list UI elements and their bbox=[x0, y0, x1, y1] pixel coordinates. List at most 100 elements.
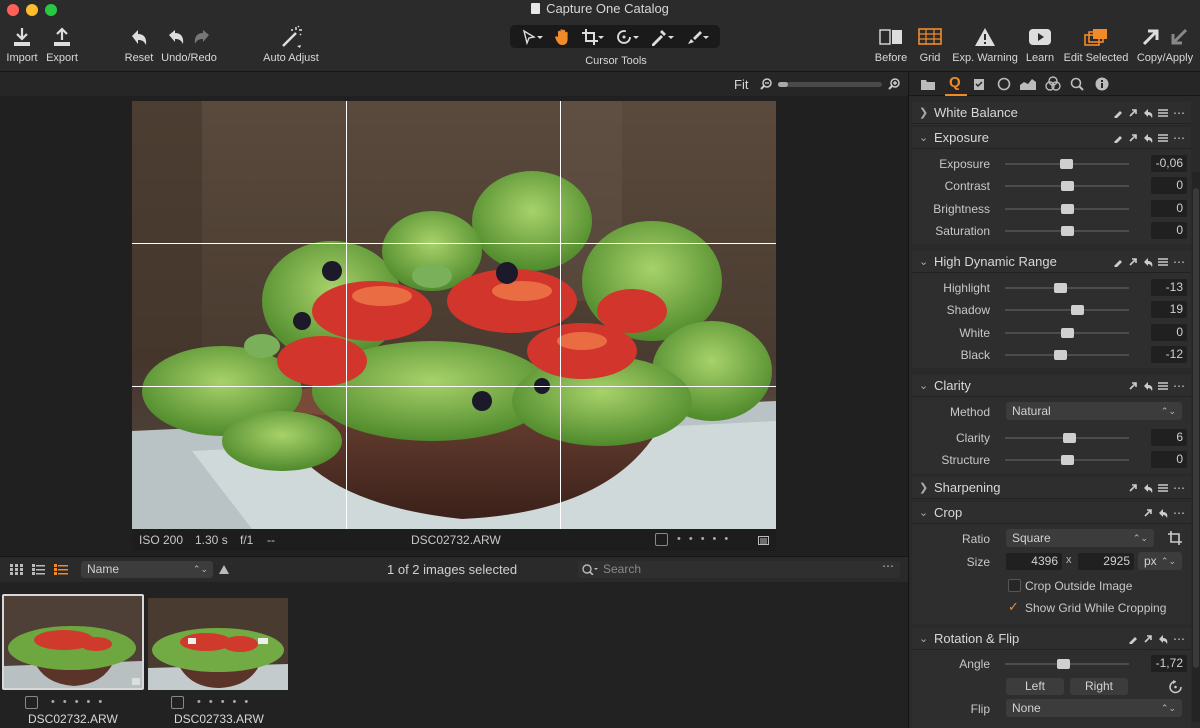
rotation-flip-header[interactable]: ⌄ Rotation & Flip ⋯ bbox=[912, 628, 1191, 650]
details-search-icon[interactable] bbox=[1070, 77, 1084, 91]
reset-section-icon[interactable] bbox=[1158, 634, 1168, 644]
select-checkbox[interactable] bbox=[655, 533, 668, 546]
highlight-slider[interactable] bbox=[1005, 283, 1129, 293]
crop-height-field[interactable]: 2925 bbox=[1078, 553, 1134, 570]
minimize-window-button[interactable] bbox=[26, 4, 38, 16]
white-slider-knob[interactable] bbox=[1061, 328, 1074, 338]
more-icon[interactable]: ⋯ bbox=[1173, 132, 1185, 144]
black-slider[interactable] bbox=[1005, 350, 1129, 360]
reset-section-icon[interactable] bbox=[1143, 257, 1153, 267]
scrollbar-thumb[interactable] bbox=[1193, 188, 1199, 668]
black-slider-knob[interactable] bbox=[1053, 350, 1067, 360]
sharpening-header[interactable]: ❯ Sharpening ⋯ bbox=[912, 477, 1191, 499]
white-value[interactable]: 0 bbox=[1151, 324, 1187, 341]
undo-redo-button[interactable]: Undo/Redo bbox=[160, 24, 218, 66]
clipboard-icon[interactable] bbox=[973, 77, 985, 91]
crop-unit-select[interactable]: px ⌃⌄ bbox=[1138, 552, 1182, 570]
saturation-slider[interactable] bbox=[1005, 226, 1129, 236]
reset-section-icon[interactable] bbox=[1158, 508, 1168, 518]
exposure-header[interactable]: ⌄ Exposure ⋯ bbox=[912, 127, 1191, 149]
select-cursor-tool[interactable] bbox=[521, 29, 544, 45]
search-field[interactable]: Search ⋯ bbox=[578, 559, 900, 578]
thumbnail-2-rating[interactable]: ••••• bbox=[197, 696, 256, 708]
reset-section-icon[interactable] bbox=[1143, 381, 1153, 391]
thumbnail-2[interactable] bbox=[148, 598, 288, 690]
expand-icon[interactable] bbox=[1128, 257, 1138, 267]
picker-cursor-tool[interactable] bbox=[650, 28, 674, 46]
exposure-tab-icon[interactable] bbox=[1020, 78, 1036, 90]
reset-section-icon[interactable] bbox=[1143, 108, 1153, 118]
star-rating-dots[interactable]: ••••• bbox=[677, 533, 736, 545]
clarity-slider-knob[interactable] bbox=[1063, 433, 1077, 443]
shadow-slider[interactable] bbox=[1005, 305, 1129, 315]
rotate-cursor-tool[interactable] bbox=[615, 28, 640, 46]
menu-icon[interactable] bbox=[1158, 133, 1168, 143]
import-button[interactable]: Import bbox=[2, 24, 42, 66]
zoom-fit-label[interactable]: Fit bbox=[734, 77, 748, 92]
list-view-icon[interactable] bbox=[32, 564, 45, 575]
more-icon[interactable]: ⋯ bbox=[1173, 107, 1185, 119]
sort-by-select[interactable]: Name ⌃⌄ bbox=[81, 561, 213, 578]
picker-icon[interactable] bbox=[1113, 133, 1123, 143]
redo-icon[interactable] bbox=[193, 27, 211, 47]
panel-scrollbar[interactable] bbox=[1192, 172, 1200, 722]
before-button[interactable]: Before bbox=[872, 24, 910, 66]
brightness-value[interactable]: 0 bbox=[1151, 200, 1187, 217]
shadow-value[interactable]: 19 bbox=[1151, 301, 1187, 318]
main-photo[interactable] bbox=[132, 101, 776, 529]
exposure-warning-button[interactable]: Exp. Warning bbox=[952, 24, 1018, 66]
exposure-value[interactable]: -0,06 bbox=[1151, 155, 1187, 172]
more-icon[interactable]: ⋯ bbox=[1173, 380, 1185, 392]
learn-button[interactable]: Learn bbox=[1022, 24, 1058, 66]
structure-value[interactable]: 0 bbox=[1151, 451, 1187, 468]
highlight-slider-knob[interactable] bbox=[1053, 283, 1067, 293]
crop-width-field[interactable]: 4396 bbox=[1006, 553, 1062, 570]
contrast-value[interactable]: 0 bbox=[1151, 177, 1187, 194]
clarity-slider[interactable] bbox=[1005, 433, 1129, 443]
brush-cursor-tool[interactable] bbox=[685, 28, 709, 46]
crop-ratio-select[interactable]: Square ⌃⌄ bbox=[1006, 529, 1154, 547]
exposure-slider-knob[interactable] bbox=[1059, 159, 1073, 169]
picker-icon[interactable] bbox=[1128, 634, 1138, 644]
info-icon[interactable] bbox=[1095, 77, 1109, 91]
angle-slider-knob[interactable] bbox=[1057, 659, 1071, 669]
rotate-right-button[interactable]: Right bbox=[1070, 678, 1128, 695]
expand-icon[interactable] bbox=[1143, 634, 1153, 644]
picker-icon[interactable] bbox=[1113, 257, 1123, 267]
saturation-value[interactable]: 0 bbox=[1151, 222, 1187, 239]
zoom-slider[interactable] bbox=[778, 82, 882, 87]
white-balance-header[interactable]: ❯ White Balance ⋯ bbox=[912, 102, 1191, 124]
more-icon[interactable]: ⋯ bbox=[1173, 256, 1185, 268]
rotate-left-button[interactable]: Left bbox=[1006, 678, 1064, 695]
expand-icon[interactable] bbox=[1128, 133, 1138, 143]
expand-icon[interactable] bbox=[1128, 483, 1138, 493]
expand-icon[interactable] bbox=[1143, 508, 1153, 518]
brightness-slider-knob[interactable] bbox=[1061, 204, 1074, 214]
crop-header[interactable]: ⌄ Crop ⋯ bbox=[912, 502, 1191, 524]
checkmark-icon[interactable]: ✓ bbox=[1008, 599, 1019, 615]
more-icon[interactable]: ⋯ bbox=[1173, 633, 1185, 645]
hdr-header[interactable]: ⌄ High Dynamic Range ⋯ bbox=[912, 251, 1191, 273]
thumbnail-1-rating[interactable]: ••••• bbox=[51, 696, 110, 708]
close-window-button[interactable] bbox=[7, 4, 19, 16]
highlight-value[interactable]: -13 bbox=[1151, 279, 1187, 296]
crop-tool-icon[interactable] bbox=[1168, 531, 1182, 545]
flip-select[interactable]: None ⌃⌄ bbox=[1006, 699, 1182, 717]
pan-cursor-tool[interactable] bbox=[554, 28, 570, 45]
expand-icon[interactable] bbox=[1128, 381, 1138, 391]
reset-button[interactable]: Reset bbox=[120, 24, 158, 66]
edit-selected-button[interactable]: Edit Selected bbox=[1060, 24, 1132, 66]
brightness-slider[interactable] bbox=[1005, 204, 1129, 214]
menu-icon[interactable] bbox=[1158, 381, 1168, 391]
more-options-icon[interactable]: ⋯ bbox=[882, 559, 894, 573]
reset-section-icon[interactable] bbox=[1143, 133, 1153, 143]
thumbnail-1[interactable] bbox=[2, 594, 144, 690]
exposure-slider[interactable] bbox=[1005, 159, 1129, 169]
filmstrip-view-icon[interactable] bbox=[54, 564, 68, 575]
clarity-header[interactable]: ⌄ Clarity ⋯ bbox=[912, 375, 1191, 397]
crop-outside-checkbox[interactable] bbox=[1008, 579, 1021, 592]
thumbnail-1-checkbox[interactable] bbox=[25, 696, 38, 709]
contrast-slider[interactable] bbox=[1005, 181, 1129, 191]
angle-value[interactable]: -1,72 bbox=[1151, 655, 1187, 672]
more-icon[interactable]: ⋯ bbox=[1173, 482, 1185, 494]
